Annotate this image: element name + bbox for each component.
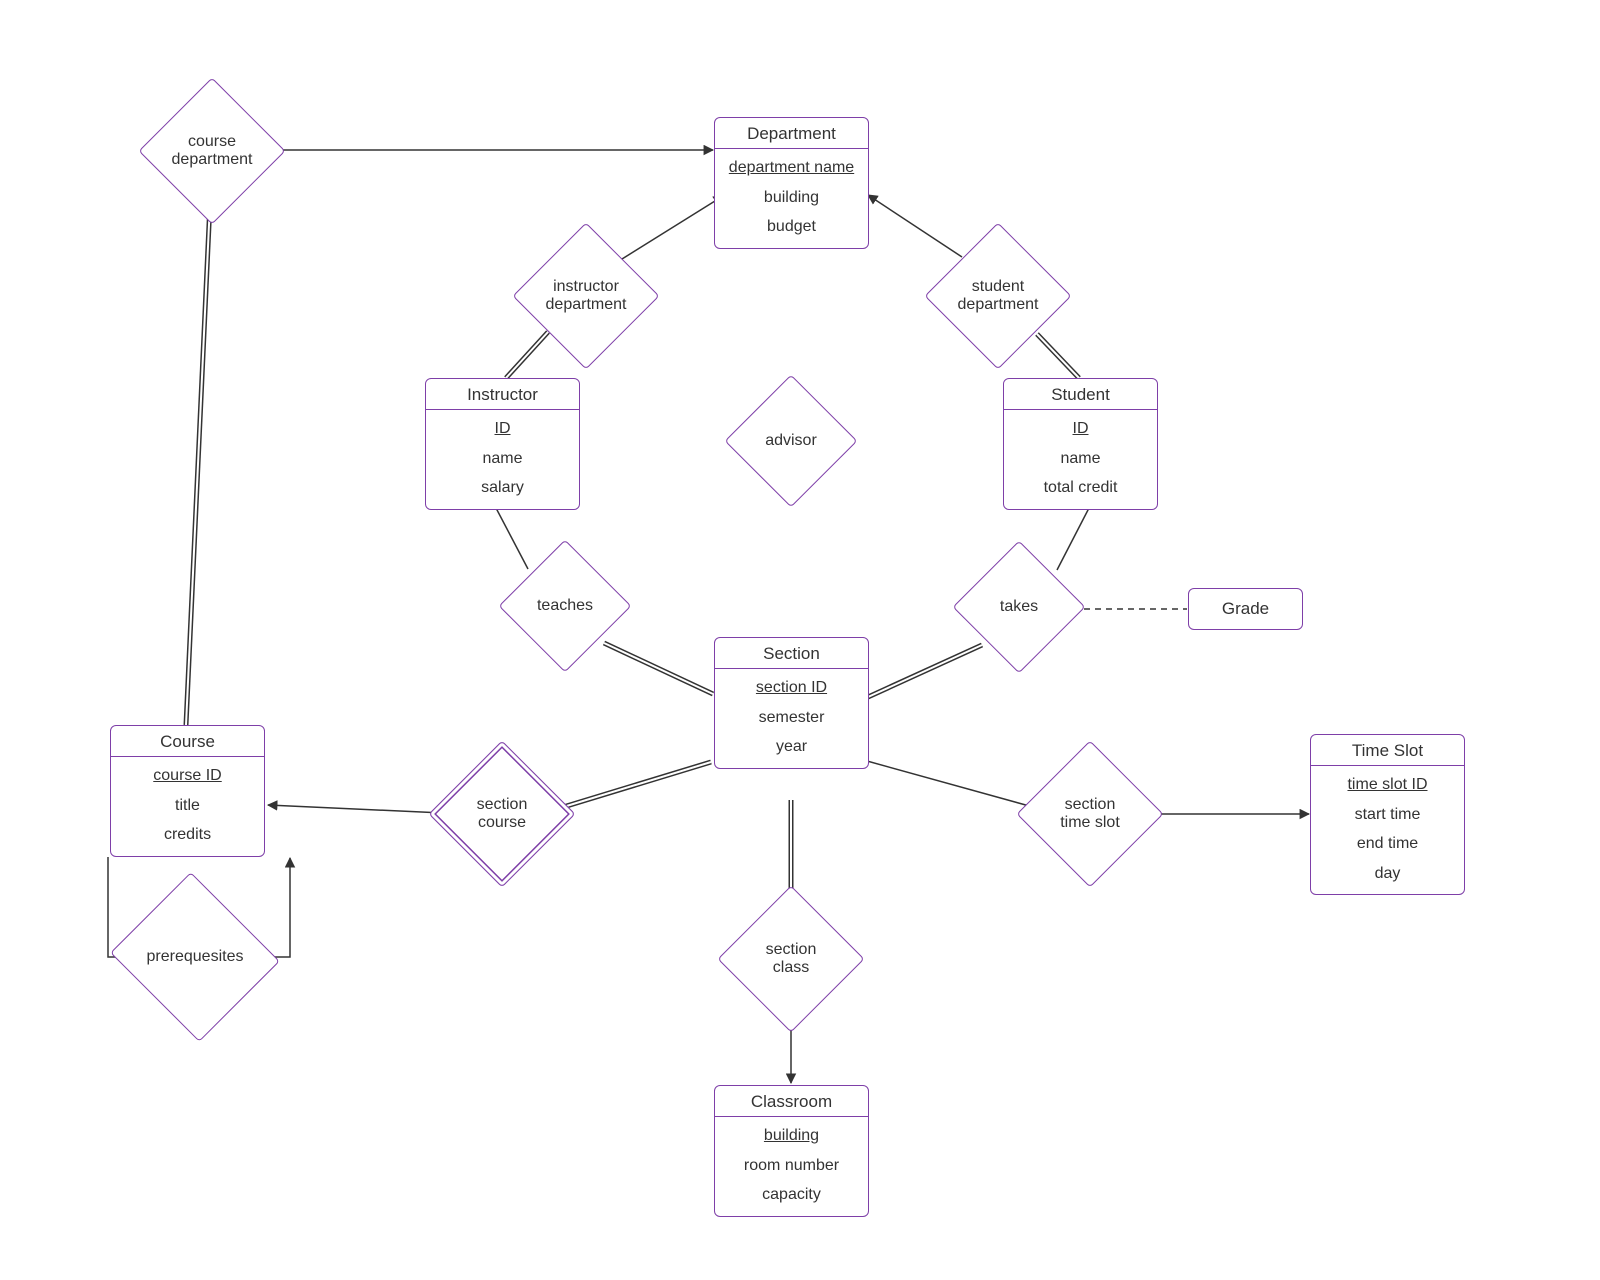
rel-label: section course [450,762,554,866]
rel-advisor: advisor [744,394,838,488]
entity-title: Department [715,118,868,149]
entity-title: Instructor [426,379,579,410]
edge-teaches-to-instructor [496,508,528,569]
er-diagram-canvas: Department department name building budg… [0,0,1600,1280]
entity-timeslot: Time Slot time slot ID start time end ti… [1310,734,1465,895]
rel-label: course department [160,99,264,203]
rel-label: section class [739,907,843,1011]
attr-classroom-capacity: capacity [715,1180,868,1210]
rel-label: advisor [744,394,838,488]
rel-takes: takes [972,560,1066,654]
attr-department-building: building [715,183,868,213]
attr-student-name: name [1004,444,1157,474]
edge-student-dept-to-student [1037,334,1079,378]
edge-instr-dept-to-department [622,196,723,259]
attr-section-semester: semester [715,703,868,733]
attr-student-totalcredit: total credit [1004,473,1157,503]
attr-timeslot-day: day [1311,859,1464,889]
rel-prerequisites: prerequesites [132,900,258,1014]
edge-section-course-to-course [268,805,443,813]
box-grade: Grade [1188,588,1303,630]
attr-section-year: year [715,732,868,762]
attr-instructor-salary: salary [426,473,579,503]
rel-label: instructor department [534,244,638,348]
attr-instructor-id: ID [426,414,579,444]
attr-department-name: department name [715,153,868,183]
entity-section: Section section ID semester year [714,637,869,769]
rel-teaches: teaches [518,559,612,653]
attr-course-title: title [111,791,264,821]
entity-instructor: Instructor ID name salary [425,378,580,510]
entity-title: Time Slot [1311,735,1464,766]
attr-course-id: course ID [111,761,264,791]
attr-timeslot-end: end time [1311,829,1464,859]
entity-title: Section [715,638,868,669]
entity-title: Classroom [715,1086,868,1117]
attr-section-id: section ID [715,673,868,703]
rel-instructor-department: instructor department [534,244,638,348]
rel-section-timeslot: section time slot [1038,762,1142,866]
rel-section-course: section course [450,762,554,866]
entity-title: Course [111,726,264,757]
attr-department-budget: budget [715,212,868,242]
attr-instructor-name: name [426,444,579,474]
attr-classroom-roomnumber: room number [715,1151,868,1181]
attr-timeslot-id: time slot ID [1311,770,1464,800]
rel-label: teaches [518,559,612,653]
edge-prereq-left [108,857,135,957]
rel-label: section time slot [1038,762,1142,866]
edge-course-dept-to-course [186,203,210,725]
rel-label: takes [972,560,1066,654]
rel-course-department: course department [160,99,264,203]
edge-takes-to-section [868,645,982,697]
attr-classroom-building: building [715,1121,868,1151]
attr-student-id: ID [1004,414,1157,444]
attr-timeslot-start: start time [1311,800,1464,830]
edge-teaches-to-section [604,643,713,694]
rel-label: prerequesites [132,900,258,1014]
rel-section-class: section class [739,907,843,1011]
edge-prereq-right [256,858,290,957]
edge-section-ts-to-section [867,761,1033,807]
entity-student: Student ID name total credit [1003,378,1158,510]
edge-takes-to-student [1057,508,1089,570]
box-grade-label: Grade [1222,599,1269,618]
entity-title: Student [1004,379,1157,410]
entity-course: Course course ID title credits [110,725,265,857]
entity-classroom: Classroom building room number capacity [714,1085,869,1217]
attr-course-credits: credits [111,820,264,850]
rel-student-department: student department [946,244,1050,348]
rel-label: student department [946,244,1050,348]
edge-instr-dept-to-instructor [506,332,548,378]
edge-section-course-to-section [560,762,711,808]
entity-department: Department department name building budg… [714,117,869,249]
edge-student-dept-to-department [868,195,962,257]
